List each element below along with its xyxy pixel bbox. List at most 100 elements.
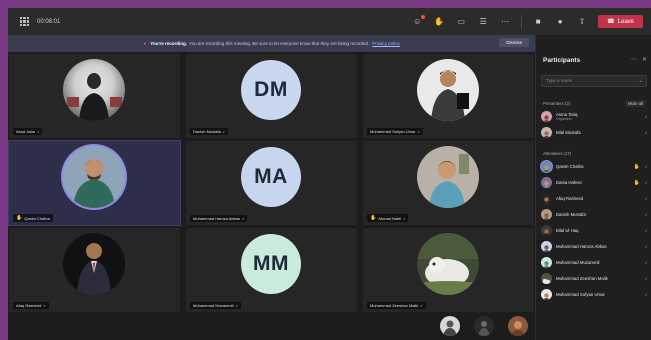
participant-name: Muhammad Hamza Abbas xyxy=(193,216,241,221)
reaction-icon[interactable]: ☺ xyxy=(411,14,426,28)
raised-hand-icon: ✋ xyxy=(633,163,640,170)
video-tile[interactable]: Muhammad Zeeshan Malik ♪ xyxy=(363,228,534,312)
mic-icon: ♪ xyxy=(222,129,226,134)
video-tile[interactable]: Muhammad Sufyan Umar ♪ xyxy=(363,54,534,138)
meeting-timer: 00:08:01 xyxy=(37,18,61,25)
participant-name: Asad Jafar xyxy=(16,129,36,134)
mute-all-button[interactable]: Mute all xyxy=(624,100,646,107)
participant-initials-avatar: MM xyxy=(241,234,301,294)
participant-row[interactable]: Bilal Mustafa ♪ xyxy=(541,125,649,140)
dismiss-button[interactable]: Dismiss xyxy=(499,38,529,47)
participant-avatar xyxy=(541,257,552,268)
participant-nametag: Afaq Rasheed ♪ xyxy=(13,302,49,309)
participant-role: Organizer xyxy=(556,116,572,121)
camera-icon[interactable]: ■ xyxy=(532,16,544,28)
participant-name: Danish Mustafa xyxy=(556,212,586,217)
participant-avatar xyxy=(541,241,552,252)
close-icon[interactable]: ✕ xyxy=(642,56,647,63)
leave-button[interactable]: ☎ Leave xyxy=(598,15,643,28)
participant-row[interactable]: Asma Tariq Organizer ♪ xyxy=(541,109,649,124)
participant-name: Bilal Mustafa xyxy=(556,130,581,135)
participant-photo xyxy=(63,233,125,295)
raise-hand-icon[interactable]: ✋ xyxy=(433,16,445,28)
toolbar-divider xyxy=(521,14,523,29)
mic-icon[interactable]: ● xyxy=(554,16,566,28)
participant-nametag: ✋ Qasim Chatha xyxy=(13,214,53,222)
overflow-avatar[interactable] xyxy=(474,316,494,336)
chevron-down-icon: ⌄ xyxy=(638,78,643,84)
participant-row[interactable]: Muhammad Zeeshan Malik ♪ xyxy=(541,271,649,286)
participant-row[interactable]: Qasim Chatha ✋ ♪ xyxy=(541,159,649,174)
video-tile[interactable]: MM Muhammad Muzammil ♪ xyxy=(186,228,357,312)
notification-dot xyxy=(421,14,426,19)
participant-row[interactable]: Bilal Ul Haq ♪ xyxy=(541,223,649,238)
participant-name-block: Asma Tariq Organizer xyxy=(556,112,643,122)
participant-avatar xyxy=(541,111,552,122)
more-icon[interactable]: ⋯ xyxy=(499,16,511,28)
mic-icon: ♪ xyxy=(644,130,648,135)
participant-name: Afaq Rasheed xyxy=(16,303,42,308)
video-tile-active-speaker[interactable]: ✋ Qasim Chatha xyxy=(8,140,181,226)
panel-title: Participants xyxy=(543,57,581,64)
mic-icon: ♪ xyxy=(417,129,420,134)
video-tile[interactable]: Afaq Rasheed ♪ xyxy=(9,228,180,312)
presenters-section-label[interactable]: Presenters (2) xyxy=(543,101,570,106)
participant-row[interactable]: Afaq Rasheed ♪ xyxy=(541,191,649,206)
mic-icon: ♪ xyxy=(644,292,648,297)
participant-row[interactable]: Muhammad Sufyan Umar ♪ xyxy=(541,287,649,302)
recording-dot-icon: ● xyxy=(143,40,147,47)
meeting-window: 00:08:01 ☺ ✋ ▭ ☰ ⋯ ■ ● ⇧ ☎ Leave ● You're… xyxy=(8,8,651,340)
mic-icon: ♪ xyxy=(420,303,423,308)
video-tile[interactable]: ✋ Ahmad Nabil ♪ xyxy=(363,141,534,225)
attendees-section-label[interactable]: Attendees (17) xyxy=(543,151,571,156)
participant-name: Qasim Chatha xyxy=(556,164,584,169)
participant-avatar xyxy=(541,127,552,138)
mic-icon: ♪ xyxy=(242,216,245,221)
overflow-avatar[interactable] xyxy=(440,316,460,336)
participant-avatar xyxy=(541,193,552,204)
participant-name: Asma Tariq xyxy=(556,111,578,117)
leave-label: Leave xyxy=(617,18,634,25)
mic-icon: ♪ xyxy=(43,303,46,308)
mic-icon: ♪ xyxy=(644,228,648,233)
participant-initials-avatar: MA xyxy=(241,147,301,207)
participant-name: Muhammad Hamza Abbas xyxy=(556,244,607,249)
participants-icon[interactable]: ☰ xyxy=(477,16,489,28)
video-tile[interactable]: MA Muhammad Hamza Abbas ♪ xyxy=(186,141,357,225)
privacy-policy-link[interactable]: Privacy policy xyxy=(372,41,400,46)
participant-nametag: Danish Mustafa ♪ xyxy=(190,128,229,135)
participant-photo xyxy=(417,59,479,121)
mic-icon: ♪ xyxy=(37,129,40,134)
mic-icon: ♪ xyxy=(644,276,648,281)
participant-name: Muhammad Sufyan Umar xyxy=(556,292,605,297)
participant-nametag: Muhammad Sufyan Umar ♪ xyxy=(367,128,423,135)
recording-banner: ● You're recording. You are recording th… xyxy=(8,35,535,52)
video-tile[interactable]: Asad Jafar ♪ xyxy=(9,54,180,138)
participant-row[interactable]: Muhammad Muzammil ♪ xyxy=(541,255,649,270)
participant-name: Bilal Ul Haq xyxy=(556,228,579,233)
overflow-avatar[interactable] xyxy=(508,316,528,336)
more-options-icon[interactable]: ⋯ xyxy=(631,56,637,63)
raised-hand-icon: ✋ xyxy=(633,179,640,186)
share-icon[interactable]: ⇧ xyxy=(576,16,588,28)
phone-icon: ☎ xyxy=(607,19,615,25)
participant-row[interactable]: Dania Hafeez ✋ ♪ xyxy=(541,175,649,190)
participant-avatar xyxy=(541,209,552,220)
participant-name: Danish Mustafa xyxy=(193,129,221,134)
recording-banner-strong: You're recording. xyxy=(150,41,188,46)
recording-banner-text: You are recording this meeting. Be sure … xyxy=(189,41,370,46)
participant-avatar xyxy=(541,177,552,188)
video-tile[interactable]: DM Danish Mustafa ♪ xyxy=(186,54,357,138)
participant-search-input[interactable]: Type a name ⌄ xyxy=(541,75,647,87)
participant-name: Qasim Chatha xyxy=(24,215,50,221)
chat-icon[interactable]: ▭ xyxy=(455,16,467,28)
app-grid-icon[interactable] xyxy=(20,17,29,26)
participant-photo xyxy=(63,59,125,121)
raised-hand-icon: ✋ xyxy=(370,215,377,221)
participant-name: Afaq Rasheed xyxy=(556,196,584,201)
mic-icon: ♪ xyxy=(644,212,648,217)
overflow-participants-strip xyxy=(8,314,535,340)
mic-icon: ♪ xyxy=(403,215,406,221)
participant-row[interactable]: Danish Mustafa ♪ xyxy=(541,207,649,222)
participant-row[interactable]: Muhammad Hamza Abbas ♪ xyxy=(541,239,649,254)
